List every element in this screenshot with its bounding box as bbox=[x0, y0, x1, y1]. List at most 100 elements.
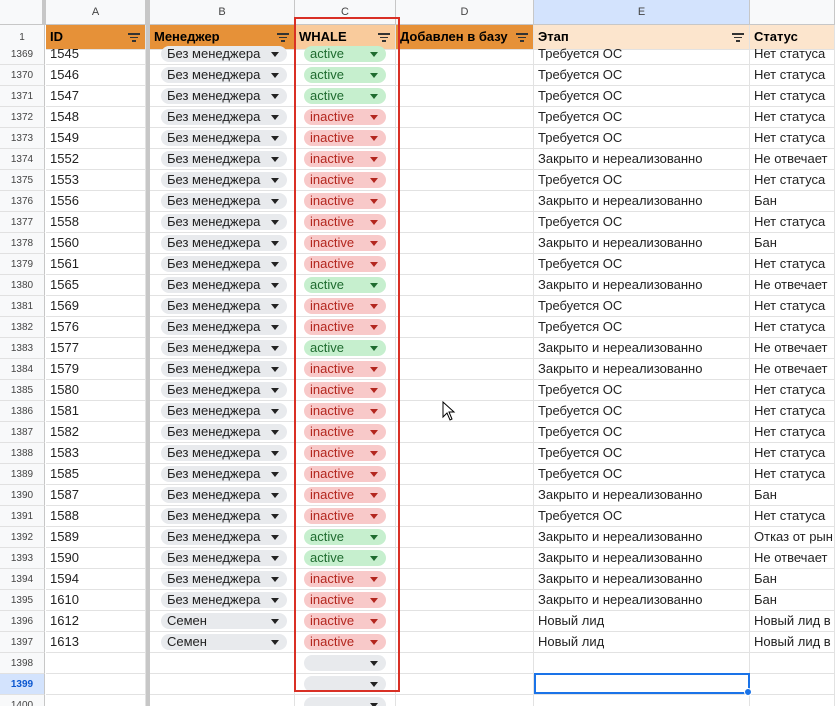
dropdown-arrow-icon[interactable] bbox=[271, 535, 279, 540]
cell-manager[interactable] bbox=[150, 674, 295, 695]
dropdown-arrow-icon[interactable] bbox=[271, 220, 279, 225]
whale-dropdown[interactable] bbox=[304, 655, 386, 671]
cell-id[interactable]: 1583 bbox=[46, 443, 146, 464]
dropdown-arrow-icon[interactable] bbox=[271, 283, 279, 288]
cell-stage[interactable]: Новый лид bbox=[534, 611, 750, 632]
cell-id[interactable]: 1585 bbox=[46, 464, 146, 485]
cell-status[interactable]: Нет статуса bbox=[750, 170, 835, 191]
cell-status[interactable]: Новый лид в bbox=[750, 632, 835, 653]
cell-status[interactable] bbox=[750, 653, 835, 674]
cell-added[interactable] bbox=[396, 443, 534, 464]
dropdown-arrow-icon[interactable] bbox=[271, 367, 279, 372]
dropdown-arrow-icon[interactable] bbox=[370, 178, 378, 183]
row-number[interactable]: 1395 bbox=[0, 590, 45, 611]
whale-dropdown[interactable]: inactive bbox=[304, 508, 386, 524]
cell-manager[interactable] bbox=[150, 695, 295, 706]
whale-dropdown[interactable]: inactive bbox=[304, 466, 386, 482]
whale-dropdown[interactable]: inactive bbox=[304, 382, 386, 398]
dropdown-arrow-icon[interactable] bbox=[370, 94, 378, 99]
cell-status[interactable]: Нет статуса bbox=[750, 380, 835, 401]
cell-added[interactable] bbox=[396, 380, 534, 401]
cell-id[interactable]: 1558 bbox=[46, 212, 146, 233]
cell-status[interactable] bbox=[750, 695, 835, 706]
row-number[interactable]: 1371 bbox=[0, 86, 45, 107]
cell-added[interactable] bbox=[396, 317, 534, 338]
cell-stage[interactable] bbox=[534, 695, 750, 706]
dropdown-arrow-icon[interactable] bbox=[370, 598, 378, 603]
cell-stage[interactable]: Закрыто и нереализованно bbox=[534, 569, 750, 590]
cell-added[interactable] bbox=[396, 569, 534, 590]
cell-stage[interactable]: Закрыто и нереализованно bbox=[534, 191, 750, 212]
row-number[interactable]: 1379 bbox=[0, 254, 45, 275]
dropdown-arrow-icon[interactable] bbox=[370, 325, 378, 330]
whale-dropdown[interactable]: inactive bbox=[304, 256, 386, 272]
cell-stage[interactable]: Требуется ОС bbox=[534, 86, 750, 107]
dropdown-arrow-icon[interactable] bbox=[370, 514, 378, 519]
cell-added[interactable] bbox=[396, 464, 534, 485]
dropdown-arrow-icon[interactable] bbox=[370, 388, 378, 393]
filter-icon[interactable] bbox=[732, 33, 744, 42]
dropdown-arrow-icon[interactable] bbox=[370, 619, 378, 624]
row-number[interactable]: 1386 bbox=[0, 401, 45, 422]
cell-added[interactable] bbox=[396, 695, 534, 706]
cell-stage[interactable]: Закрыто и нереализованно bbox=[534, 527, 750, 548]
cell-id[interactable]: 1610 bbox=[46, 590, 146, 611]
cell-stage[interactable]: Требуется ОС bbox=[534, 401, 750, 422]
cell-status[interactable]: Не отвечает bbox=[750, 359, 835, 380]
dropdown-arrow-icon[interactable] bbox=[370, 157, 378, 162]
whale-dropdown[interactable] bbox=[304, 697, 386, 706]
dropdown-arrow-icon[interactable] bbox=[370, 199, 378, 204]
whale-dropdown[interactable] bbox=[304, 676, 386, 692]
whale-dropdown[interactable]: active bbox=[304, 340, 386, 356]
cell-added[interactable] bbox=[396, 653, 534, 674]
whale-dropdown[interactable]: inactive bbox=[304, 298, 386, 314]
dropdown-arrow-icon[interactable] bbox=[370, 52, 378, 57]
cell-stage[interactable]: Новый лид bbox=[534, 632, 750, 653]
dropdown-arrow-icon[interactable] bbox=[370, 409, 378, 414]
dropdown-arrow-icon[interactable] bbox=[370, 367, 378, 372]
manager-dropdown[interactable]: Без менеджера bbox=[161, 445, 287, 461]
cell-stage[interactable]: Закрыто и нереализованно bbox=[534, 233, 750, 254]
dropdown-arrow-icon[interactable] bbox=[370, 493, 378, 498]
manager-dropdown[interactable]: Без менеджера bbox=[161, 424, 287, 440]
cell-status[interactable]: Нет статуса bbox=[750, 86, 835, 107]
cell-id[interactable]: 1577 bbox=[46, 338, 146, 359]
cell-stage[interactable]: Требуется ОС bbox=[534, 422, 750, 443]
dropdown-arrow-icon[interactable] bbox=[370, 115, 378, 120]
dropdown-arrow-icon[interactable] bbox=[271, 157, 279, 162]
cell-id[interactable]: 1587 bbox=[46, 485, 146, 506]
cell-id[interactable] bbox=[46, 695, 146, 706]
cell-status[interactable]: Нет статуса bbox=[750, 401, 835, 422]
cell-added[interactable] bbox=[396, 296, 534, 317]
dropdown-arrow-icon[interactable] bbox=[271, 430, 279, 435]
row-number[interactable]: 1400 bbox=[0, 695, 45, 706]
dropdown-arrow-icon[interactable] bbox=[271, 262, 279, 267]
row-number[interactable]: 1369 bbox=[0, 44, 45, 65]
manager-dropdown[interactable]: Без менеджера bbox=[161, 277, 287, 293]
whale-dropdown[interactable]: inactive bbox=[304, 403, 386, 419]
cell-added[interactable] bbox=[396, 422, 534, 443]
dropdown-arrow-icon[interactable] bbox=[271, 241, 279, 246]
cell-stage[interactable]: Закрыто и нереализованно bbox=[534, 548, 750, 569]
row-number[interactable]: 1390 bbox=[0, 485, 45, 506]
dropdown-arrow-icon[interactable] bbox=[271, 136, 279, 141]
manager-dropdown[interactable]: Без менеджера bbox=[161, 319, 287, 335]
cell-stage[interactable]: Закрыто и нереализованно bbox=[534, 275, 750, 296]
manager-dropdown[interactable]: Без менеджера bbox=[161, 109, 287, 125]
dropdown-arrow-icon[interactable] bbox=[370, 661, 378, 666]
cell-added[interactable] bbox=[396, 128, 534, 149]
cell-added[interactable] bbox=[396, 548, 534, 569]
dropdown-arrow-icon[interactable] bbox=[370, 220, 378, 225]
selected-cell[interactable] bbox=[534, 673, 752, 696]
cell-status[interactable]: Бан bbox=[750, 590, 835, 611]
whale-dropdown[interactable]: active bbox=[304, 529, 386, 545]
cell-added[interactable] bbox=[396, 401, 534, 422]
cell-status[interactable]: Новый лид в bbox=[750, 611, 835, 632]
cell-id[interactable]: 1552 bbox=[46, 149, 146, 170]
whale-dropdown[interactable]: inactive bbox=[304, 592, 386, 608]
fill-handle[interactable] bbox=[744, 688, 752, 696]
row-number[interactable]: 1394 bbox=[0, 569, 45, 590]
cell-status[interactable]: Нет статуса bbox=[750, 44, 835, 65]
whale-dropdown[interactable]: inactive bbox=[304, 319, 386, 335]
dropdown-arrow-icon[interactable] bbox=[370, 346, 378, 351]
